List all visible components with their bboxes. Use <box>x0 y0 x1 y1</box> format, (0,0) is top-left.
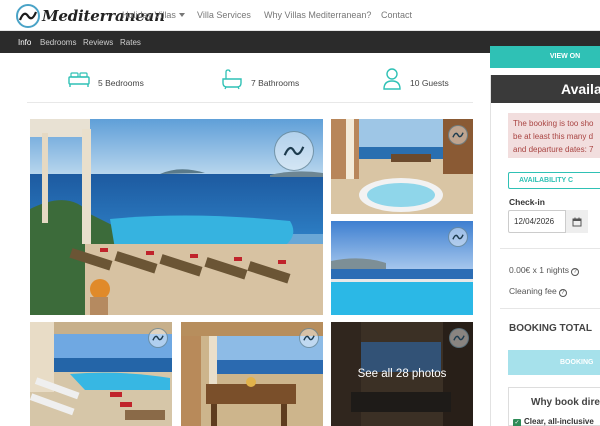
bathtub-icon <box>220 66 244 92</box>
watermark-logo-icon <box>148 328 168 348</box>
subnav-bedrooms[interactable]: Bedrooms <box>40 38 76 47</box>
availability-calendar-button[interactable]: AVAILABILITY C <box>508 172 600 189</box>
watermark-logo-icon <box>299 328 319 348</box>
top-navigation: Mediterranean Holiday Villas Villa Servi… <box>0 0 600 31</box>
info-icon[interactable]: ? <box>571 268 580 276</box>
watermark-logo-icon <box>449 328 469 348</box>
see-all-photos-label: See all 28 photos <box>357 368 447 380</box>
view-on-button[interactable]: VIEW ON <box>490 46 600 68</box>
sidebar-divider <box>500 308 600 309</box>
alert-line: and departure dates: 7 <box>513 145 594 154</box>
booking-button[interactable]: BOOKING <box>508 350 600 375</box>
bedrooms-count: 5 Bedrooms <box>98 78 144 88</box>
calendar-icon[interactable] <box>565 210 588 233</box>
sidebar-divider <box>500 248 600 249</box>
subnav-info[interactable]: Info <box>18 38 31 47</box>
nav-why-villas[interactable]: Why Villas Mediterranean? <box>264 10 371 20</box>
check-icon: ✓ <box>513 419 521 426</box>
subnav-reviews[interactable]: Reviews <box>83 38 113 47</box>
photo-sun-loungers[interactable] <box>30 322 172 426</box>
main-photo-pool-terrace[interactable] <box>30 119 323 315</box>
why-book-direct-item: ✓ Clear, all-inclusive <box>513 417 594 426</box>
villa-page: Mediterranean Holiday Villas Villa Servi… <box>0 0 600 426</box>
cleaning-fee-line: Cleaning fee? <box>509 286 567 297</box>
availability-title: Availa <box>491 75 600 103</box>
booking-total-label: BOOKING TOTAL <box>509 323 592 334</box>
alert-line: be at least this many d <box>513 132 594 141</box>
watermark-logo-icon <box>274 131 314 171</box>
amenities-divider <box>27 102 473 103</box>
user-icon <box>382 66 402 92</box>
bed-icon <box>67 66 91 92</box>
nav-holiday-villas-label: Holiday Villas <box>122 10 176 20</box>
booking-alert: The booking is too sho be at least this … <box>508 113 600 158</box>
photo-infinity-pool[interactable] <box>331 221 473 315</box>
caret-down-icon <box>178 13 185 17</box>
see-all-photos-tile[interactable]: See all 28 photos <box>331 322 473 426</box>
subnav-rates[interactable]: Rates <box>120 38 141 47</box>
info-icon[interactable]: ? <box>558 289 567 297</box>
photo-jacuzzi[interactable] <box>331 119 473 214</box>
nav-holiday-villas[interactable]: Holiday Villas <box>122 10 185 20</box>
nav-contact[interactable]: Contact <box>381 10 412 20</box>
nightly-price-line: 0.00€ x 1 nights? <box>509 265 580 276</box>
bathrooms-count: 7 Bathrooms <box>251 78 300 88</box>
why-book-direct-title: Why book dire <box>531 397 600 408</box>
nav-villa-services[interactable]: Villa Services <box>197 10 251 20</box>
photo-dining-terrace[interactable] <box>181 322 323 426</box>
why-item-text: Clear, all-inclusive <box>524 417 594 426</box>
alert-line: The booking is too sho <box>513 119 594 128</box>
checkin-label: Check-in <box>509 197 545 207</box>
watermark-logo-icon <box>448 227 468 247</box>
logo-mark-icon <box>16 4 40 28</box>
nightly-price-text: 0.00€ x 1 nights <box>509 265 570 275</box>
guests-count: 10 Guests <box>410 78 449 88</box>
watermark-logo-icon <box>448 125 468 145</box>
cleaning-fee-text: Cleaning fee <box>509 286 557 296</box>
